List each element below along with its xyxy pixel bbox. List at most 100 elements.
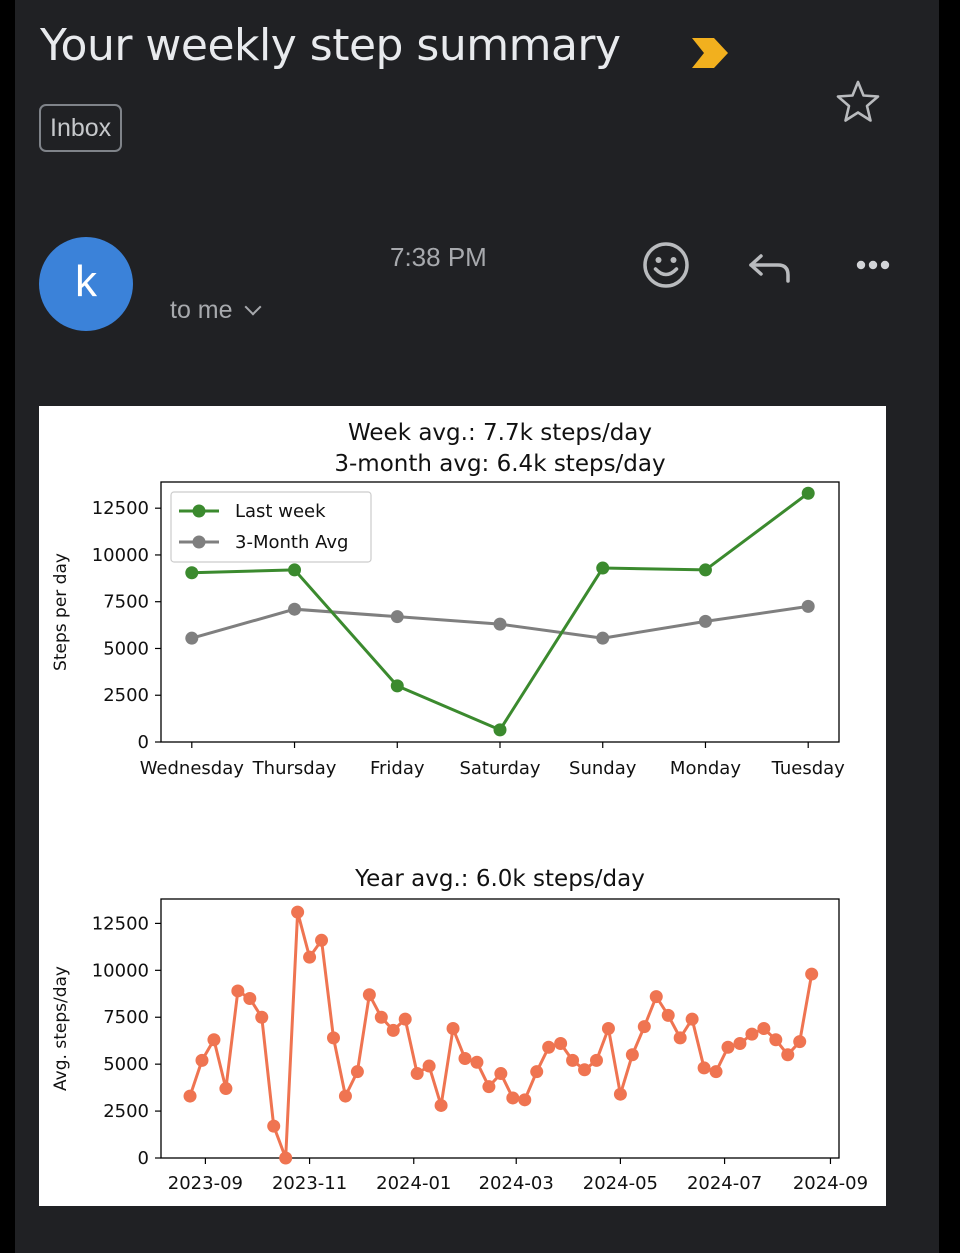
email-timestamp: 7:38 PM	[390, 242, 487, 272]
weekly-data-point	[698, 614, 712, 628]
yearly-data-point	[661, 1008, 675, 1022]
yearly-data-point	[410, 1067, 424, 1081]
yearly-data-point	[613, 1087, 627, 1101]
yearly-data-point	[566, 1053, 580, 1067]
weekly-data-point	[288, 602, 302, 616]
weekly-xtick-label: Thursday	[252, 758, 337, 779]
yearly-ytick-label: 10000	[92, 960, 149, 981]
yearly-data-point	[446, 1022, 460, 1035]
recipient-label: to me	[170, 296, 233, 324]
star-icon[interactable]	[834, 78, 882, 126]
yearly-data-point	[793, 1035, 807, 1049]
weekly-data-point	[390, 679, 404, 693]
yearly-data-point	[518, 1093, 532, 1107]
yearly-data-point	[183, 1089, 197, 1103]
sender-avatar[interactable]: k	[39, 237, 133, 331]
yearly-data-point	[338, 1089, 352, 1103]
yearly-ytick-label: 5000	[103, 1054, 149, 1075]
yearly-data-point	[506, 1091, 520, 1105]
yearly-data-point	[398, 1012, 412, 1026]
yearly-data-point	[470, 1055, 484, 1069]
yearly-data-point	[434, 1098, 448, 1112]
weekly-data-point	[185, 631, 199, 645]
yearly-data-point	[673, 1031, 687, 1045]
yearly-xtick-label: 2023-11	[272, 1173, 347, 1194]
weekly-ytick-label: 2500	[103, 685, 149, 706]
yearly-data-point	[279, 1151, 293, 1165]
weekly-data-point	[185, 566, 199, 580]
yearly-xtick-label: 2024-05	[583, 1173, 658, 1194]
yearly-data-point	[769, 1033, 783, 1047]
yearly-data-point	[219, 1082, 233, 1096]
yearly-xtick-label: 2024-03	[479, 1173, 554, 1194]
inbox-label-chip[interactable]: Inbox	[39, 104, 123, 152]
yearly-data-point	[733, 1037, 747, 1051]
yearly-data-point	[315, 933, 329, 947]
yearly-data-point	[374, 1010, 388, 1024]
yearly-data-point	[482, 1080, 496, 1094]
yearly-data-point	[578, 1063, 592, 1077]
legend-swatch-marker	[192, 535, 206, 549]
weekly-data-point	[801, 486, 815, 500]
more-options-icon[interactable]	[845, 237, 901, 293]
yearly-ylabel: Avg. steps/day	[51, 966, 71, 1091]
yearly-data-point	[542, 1040, 556, 1054]
weekly-ytick-label: 5000	[103, 638, 149, 659]
weekly-xtick-label: Friday	[370, 758, 425, 779]
weekly-ytick-label: 7500	[103, 592, 149, 613]
weekly-ytick-label: 0	[138, 732, 149, 753]
weekly-xtick-label: Monday	[670, 758, 741, 779]
yearly-data-point	[195, 1053, 209, 1067]
yearly-data-point	[745, 1027, 759, 1041]
yearly-data-point	[554, 1037, 568, 1051]
yearly-data-point	[697, 1061, 711, 1075]
yearly-data-point	[530, 1065, 544, 1079]
legend-swatch-marker	[192, 504, 206, 518]
step-charts: Week avg.: 7.7k steps/day 3-month avg: 6.…	[51, 420, 868, 1194]
yearly-ytick-label: 2500	[103, 1101, 149, 1122]
yearly-data-point	[386, 1023, 400, 1037]
yearly-data-point	[291, 905, 305, 919]
reply-icon[interactable]	[742, 237, 798, 293]
yearly-data-point	[601, 1022, 615, 1035]
yearly-data-point	[625, 1048, 639, 1062]
yearly-ytick-label: 0	[138, 1148, 149, 1169]
step-charts-image: Week avg.: 7.7k steps/day 3-month avg: 6.…	[39, 406, 886, 1206]
weekly-data-point	[288, 563, 302, 577]
weekly-data-point	[493, 617, 507, 631]
weekly-xtick-label: Saturday	[459, 758, 540, 779]
yearly-chart-title: Year avg.: 6.0k steps/day	[354, 866, 645, 892]
yearly-data-point	[350, 1065, 364, 1079]
yearly-data-point	[267, 1119, 281, 1133]
chevron-down-icon	[244, 298, 262, 316]
legend-entry-label: 3-Month Avg	[235, 532, 348, 553]
yearly-data-point	[207, 1033, 221, 1047]
weekly-chart-title-line: Week avg.: 7.7k steps/day	[348, 420, 652, 446]
yearly-data-point	[494, 1067, 508, 1081]
yearly-data-point	[458, 1052, 472, 1066]
email-subject: Your weekly step summary	[40, 20, 621, 71]
yearly-data-point	[685, 1012, 699, 1026]
weekly-ylabel: Steps per day	[51, 553, 71, 671]
weekly-data-point	[801, 599, 815, 613]
yearly-xtick-label: 2024-09	[793, 1173, 868, 1194]
weekly-ytick-label: 10000	[92, 545, 149, 566]
weekly-data-point	[596, 561, 610, 575]
weekly-data-point	[390, 610, 404, 624]
yearly-data-point	[243, 991, 257, 1005]
yearly-data-point	[757, 1022, 771, 1035]
weekly-data-point	[698, 563, 712, 577]
weekly-ytick-label: 12500	[92, 498, 149, 519]
yearly-data-point	[637, 1020, 651, 1034]
yearly-data-point	[781, 1048, 795, 1062]
yearly-ytick-label: 12500	[92, 913, 149, 934]
yearly-ytick-label: 7500	[103, 1007, 149, 1028]
yearly-xtick-label: 2024-07	[687, 1173, 762, 1194]
importance-marker-icon[interactable]	[690, 36, 730, 70]
emoji-reaction-icon[interactable]	[638, 237, 694, 293]
yearly-xtick-label: 2024-01	[376, 1173, 451, 1194]
yearly-data-point	[709, 1065, 723, 1079]
recipient-toggle[interactable]: to me	[170, 296, 262, 325]
yearly-data-point	[362, 988, 376, 1002]
yearly-data-point	[231, 984, 245, 998]
